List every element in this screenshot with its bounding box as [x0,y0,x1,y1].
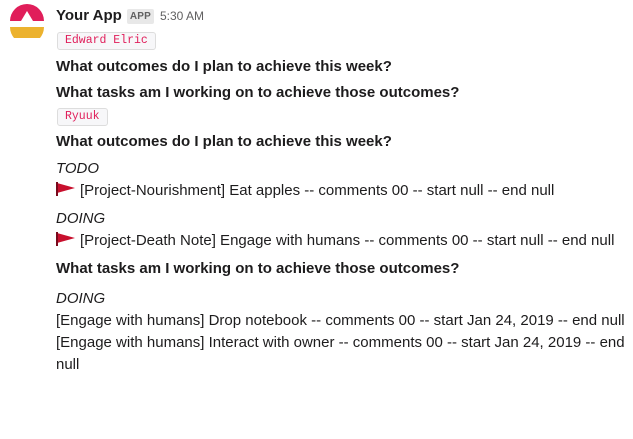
outcome-item-text: [Project-Nourishment] Eat apples -- comm… [80,182,555,199]
status-label-doing: DOING [56,210,106,227]
red-flag-icon [56,232,75,246]
status-label-doing: DOING [56,290,106,307]
message-header: Your App APP 5:30 AM [56,5,626,27]
user-code-tag: Ryuuk [57,108,108,126]
app-message: Your App APP 5:30 AM Edward Elric What o… [0,0,633,439]
red-flag-icon [56,182,75,196]
status-label-todo: TODO [56,160,100,177]
user-block-ryuuk: Ryuuk What outcomes do I plan to achieve… [56,104,626,376]
user-block-edward: Edward Elric What outcomes do I plan to … [56,27,626,104]
message-content: Your App APP 5:30 AM Edward Elric What o… [56,5,626,376]
task-item: [Engage with humans] Drop notebook -- co… [56,312,625,329]
app-avatar-icon[interactable] [10,4,44,38]
outcomes-heading: What outcomes do I plan to achieve this … [56,58,392,75]
tasks-heading: What tasks am I working on to achieve th… [56,260,460,277]
tasks-heading: What tasks am I working on to achieve th… [56,84,460,101]
message-timestamp[interactable]: 5:30 AM [160,5,204,27]
outcome-item: [Project-Nourishment] Eat apples -- comm… [56,180,626,202]
task-item: [Engage with humans] Interact with owner… [56,334,625,373]
app-badge: APP [126,8,154,24]
outcomes-heading: What outcomes do I plan to achieve this … [56,133,392,150]
outcome-item-text: [Project-Death Note] Engage with humans … [80,232,615,249]
user-code-tag: Edward Elric [57,32,156,50]
outcome-item: [Project-Death Note] Engage with humans … [56,230,626,252]
app-name[interactable]: Your App [56,5,122,27]
